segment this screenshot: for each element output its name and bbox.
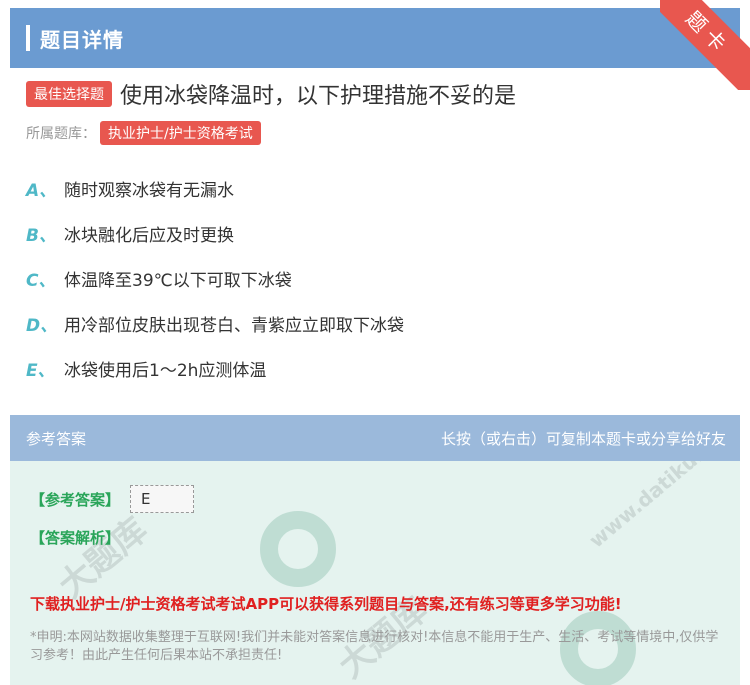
- answer-header: 参考答案 长按（或右击）可复制本题卡或分享给好友: [10, 415, 740, 461]
- card-corner-ribbon[interactable]: 题卡: [660, 0, 750, 90]
- option-text: 用冷部位皮肤出现苍白、青紫应立即取下冰袋: [64, 316, 404, 336]
- library-line: 所属题库： 执业护士/护士资格考试: [26, 121, 261, 145]
- library-tag[interactable]: 执业护士/护士资格考试: [100, 121, 261, 145]
- question-card: 题目详情 题卡 最佳选择题 使用冰袋降温时，以下护理措施不妥的是 所属题库： 执…: [0, 0, 750, 685]
- option-letter: E、: [26, 361, 55, 381]
- question-text: 使用冰袋降温时，以下护理措施不妥的是: [120, 84, 517, 109]
- option-text: 冰块融化后应及时更换: [64, 226, 234, 246]
- answer-label: 【参考答案】: [30, 490, 121, 509]
- watermark-text: 大题库: [51, 510, 156, 607]
- analysis-row: 【答案解析】: [30, 527, 120, 548]
- option-a[interactable]: A、 随时观察冰袋有无漏水: [26, 176, 404, 221]
- corner-label: 题卡: [660, 0, 750, 90]
- question-line: 最佳选择题 使用冰袋降温时，以下护理措施不妥的是: [26, 78, 516, 110]
- option-d[interactable]: D、 用冷部位皮肤出现苍白、青紫应立即取下冰袋: [26, 311, 404, 356]
- option-letter: A、: [26, 181, 57, 201]
- option-text: 体温降至39℃以下可取下冰袋: [64, 271, 292, 291]
- option-text: 随时观察冰袋有无漏水: [64, 181, 234, 201]
- app-download-link[interactable]: 下载执业护士/护士资格考试考试APP可以获得系列题目与答案,还有练习等更多学习功…: [30, 593, 622, 614]
- answer-body: 大题库 大题库 www.datiku.com 【参考答案】 E 【答案解析】 下…: [10, 461, 740, 685]
- watermark-logo-icon: [260, 511, 336, 587]
- option-letter: B、: [26, 226, 56, 246]
- analysis-label: 【答案解析】: [30, 529, 121, 547]
- answer-header-title: 参考答案: [26, 430, 87, 448]
- disclaimer: *申明:本网站数据收集整理于互联网!我们并未能对答案信息进行核对!本信息不能用于…: [30, 630, 719, 663]
- option-letter: D、: [26, 316, 58, 336]
- option-letter: C、: [26, 271, 56, 291]
- library-label: 所属题库：: [26, 126, 96, 142]
- option-b[interactable]: B、 冰块融化后应及时更换: [26, 221, 404, 266]
- option-c[interactable]: C、 体温降至39℃以下可取下冰袋: [26, 266, 404, 311]
- header-bar: 题目详情: [10, 8, 740, 68]
- page-title: 题目详情: [40, 28, 124, 52]
- option-text: 冰袋使用后1～2h应测体温: [64, 361, 267, 381]
- option-list: A、 随时观察冰袋有无漏水 B、 冰块融化后应及时更换 C、 体温降至39℃以下…: [26, 176, 404, 401]
- question-type-tag: 最佳选择题: [26, 81, 112, 107]
- option-e[interactable]: E、 冰袋使用后1～2h应测体温: [26, 356, 404, 401]
- answer-value: E: [130, 485, 195, 513]
- watermark-site: www.datiku.com: [584, 461, 740, 553]
- answer-row: 【参考答案】 E: [30, 485, 195, 513]
- header-accent: [26, 25, 30, 51]
- share-hint: 长按（或右击）可复制本题卡或分享给好友: [440, 430, 726, 448]
